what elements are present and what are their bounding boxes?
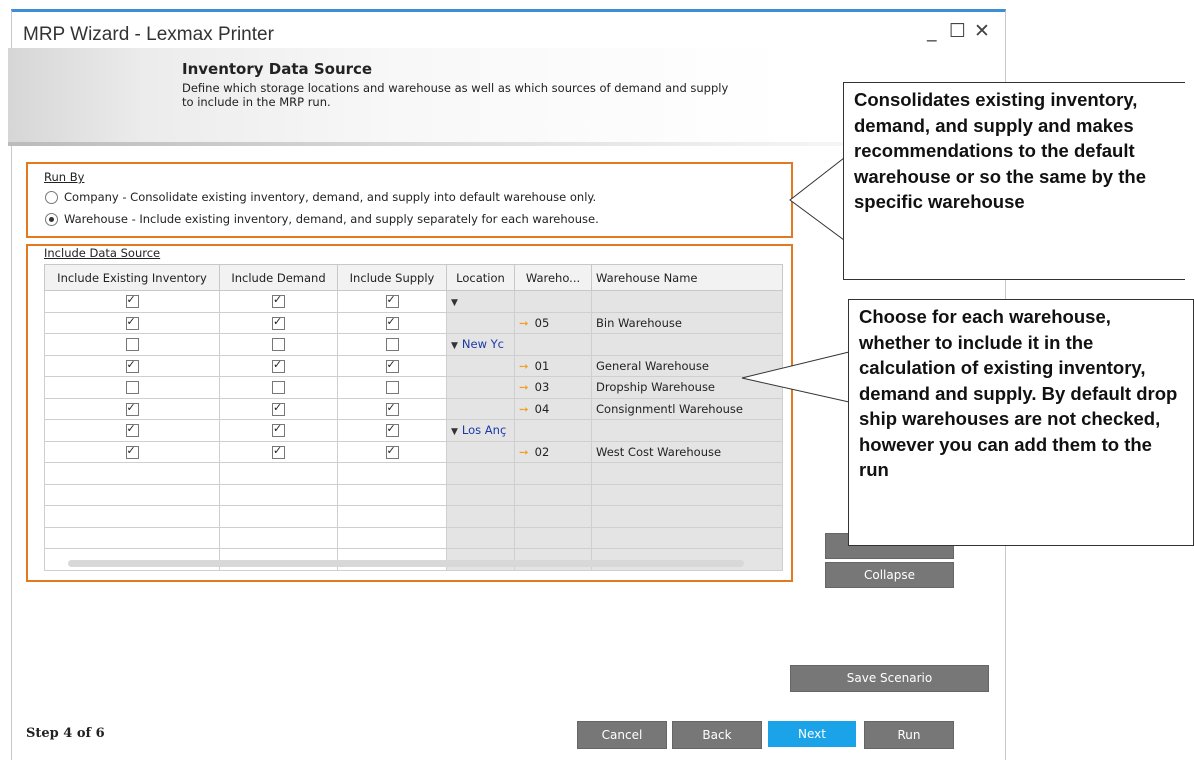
- bottom-callout-pointer: [741, 351, 850, 403]
- bottom-callout: Choose for each warehouse, whether to in…: [848, 299, 1194, 546]
- top-callout: Consolidates existing inventory, demand,…: [843, 82, 1185, 280]
- top-callout-pointer: [789, 156, 845, 241]
